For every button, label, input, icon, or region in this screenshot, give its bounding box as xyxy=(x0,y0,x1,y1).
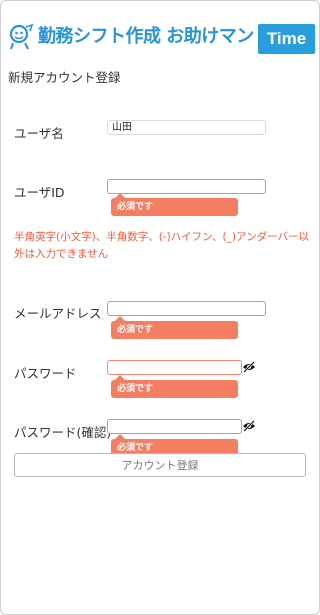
userid-required-tooltip: 必須です xyxy=(111,193,238,216)
email-label: メールアドレス xyxy=(14,306,102,321)
username-input[interactable]: 山田 xyxy=(107,120,266,135)
password-required-tooltip: 必須です xyxy=(111,375,238,398)
app-title: 勤務シフト作成 お助けマン xyxy=(38,26,254,47)
password-label: パスワード xyxy=(14,366,77,381)
password-confirm-field xyxy=(107,419,258,434)
username-label: ユーザ名 xyxy=(14,126,64,141)
userid-error-message: 半角英字(小文字)、半角数字、(-)ハイフン、(_)アンダーバー以外は入力できま… xyxy=(14,231,309,260)
header: 勤務シフト作成 お助けマン Time xyxy=(8,19,315,55)
password-input[interactable] xyxy=(107,360,242,375)
password-field xyxy=(107,360,258,375)
email-input[interactable] xyxy=(107,301,266,316)
eye-slash-icon[interactable] xyxy=(242,420,256,432)
password-confirm-label: パスワード(確認) xyxy=(14,425,112,440)
page-title: 新規アカウント登録 xyxy=(8,70,121,85)
create-account-button[interactable]: アカウント登録 xyxy=(14,453,306,477)
password-confirm-input[interactable] xyxy=(107,419,242,434)
time-badge: Time xyxy=(258,24,315,54)
mascot-icon xyxy=(9,23,34,50)
userid-label: ユーザID xyxy=(14,185,65,200)
email-required-tooltip: 必須です xyxy=(111,316,238,339)
eye-slash-icon[interactable] xyxy=(242,361,256,373)
app-frame: 勤務シフト作成 お助けマン Time 新規アカウント登録 ユーザ名 山田 ユーザ… xyxy=(0,0,320,615)
userid-input[interactable] xyxy=(107,179,266,194)
